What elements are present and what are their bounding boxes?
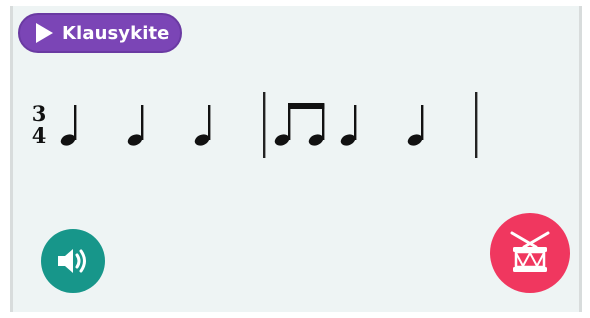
note-quarter — [194, 105, 211, 146]
drum-icon — [510, 231, 550, 272]
note-quarter — [340, 105, 357, 146]
barline — [475, 92, 478, 158]
note-quarter — [127, 105, 144, 146]
time-signature-denominator: 4 — [32, 123, 47, 148]
note-eighth-pair — [274, 103, 325, 146]
barline — [263, 92, 266, 158]
note-quarter — [407, 105, 424, 146]
speaker-icon — [58, 249, 86, 273]
sound-button[interactable] — [41, 229, 105, 293]
note-quarter — [60, 105, 77, 146]
drum-button[interactable] — [490, 213, 570, 293]
